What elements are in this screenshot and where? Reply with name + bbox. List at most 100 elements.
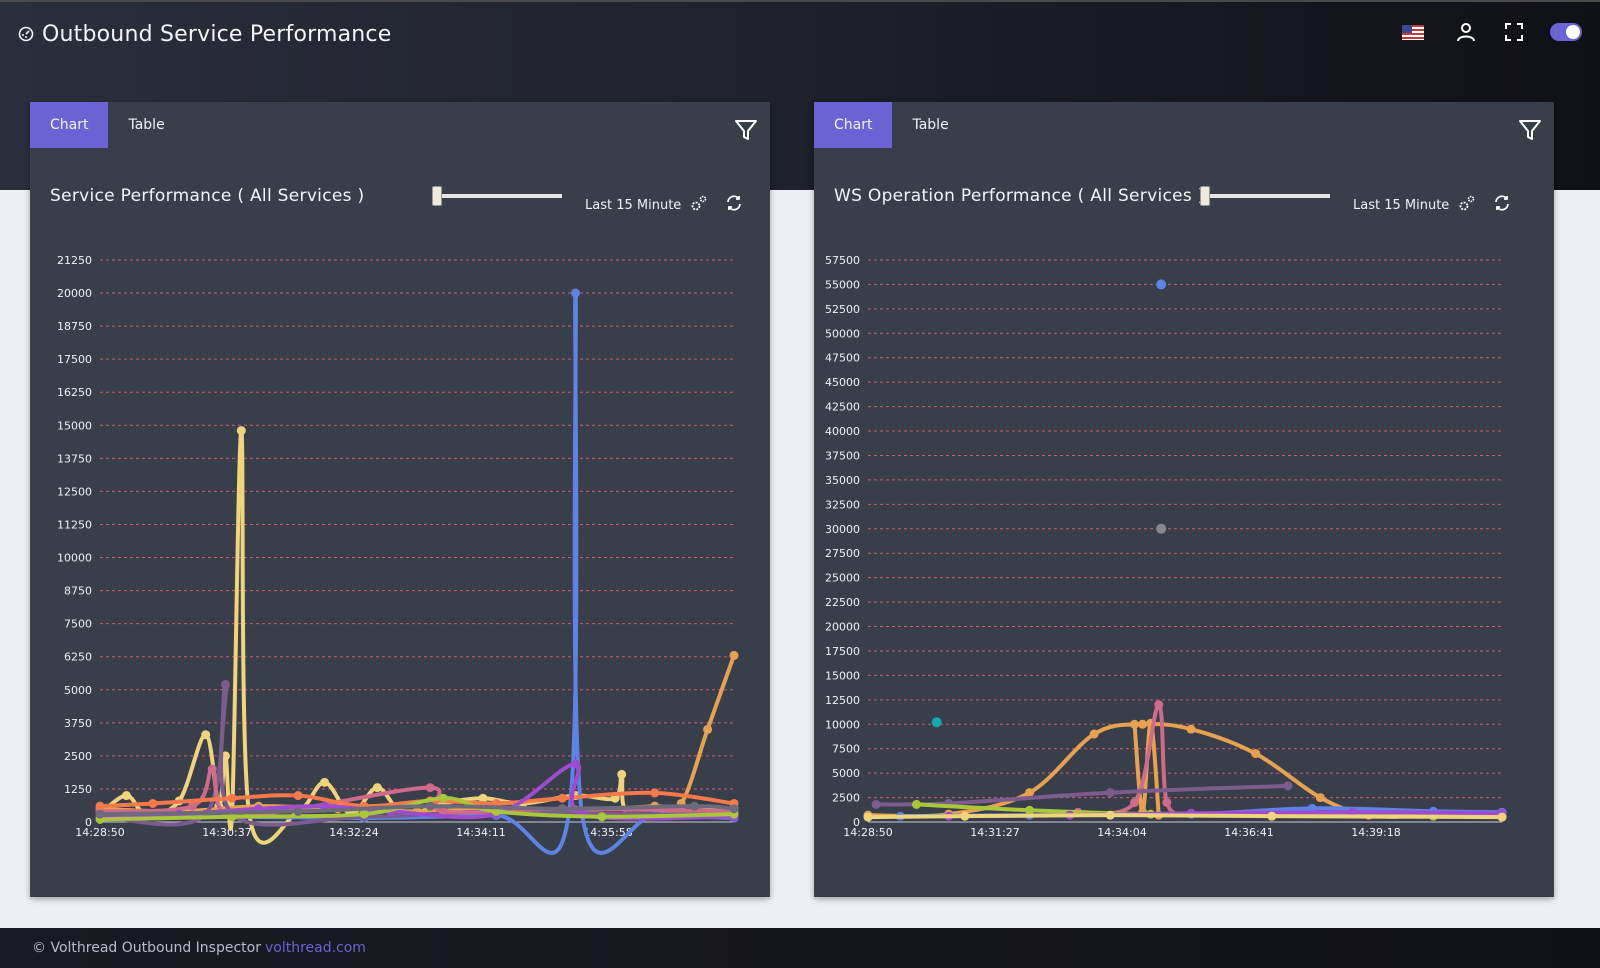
data-point[interactable] (1105, 788, 1115, 798)
data-point[interactable] (571, 759, 580, 769)
data-point[interactable] (121, 791, 131, 801)
x-tick-label: 14:34:11 (456, 826, 505, 839)
data-point-teal-outlier[interactable] (931, 717, 942, 728)
data-point[interactable] (1089, 729, 1099, 739)
data-point[interactable] (425, 783, 435, 793)
x-tick-label: 14:30:37 (202, 826, 251, 839)
user-icon[interactable] (1454, 20, 1478, 44)
data-point[interactable] (729, 804, 739, 814)
data-point[interactable] (1186, 724, 1196, 734)
data-point[interactable] (1138, 719, 1148, 729)
data-point[interactable] (1025, 805, 1035, 815)
page-title: Outbound Service Performance (42, 21, 392, 47)
data-point[interactable] (557, 793, 567, 803)
data-point[interactable] (1283, 781, 1293, 791)
refresh-icon[interactable] (1493, 194, 1511, 212)
tab-table[interactable]: Table (892, 102, 968, 148)
tab-chart[interactable]: Chart (30, 102, 109, 148)
tab-chart[interactable]: Chart (814, 102, 893, 148)
footer-copyright: © Volthread Outbound Inspector (32, 940, 261, 956)
data-point[interactable] (650, 788, 660, 798)
x-tick-label: 14:28:50 (843, 826, 892, 839)
data-point[interactable] (372, 783, 382, 793)
data-point[interactable] (871, 799, 881, 809)
fullscreen-icon[interactable] (1502, 20, 1526, 44)
data-point[interactable] (227, 793, 237, 803)
y-tick-label: 16250 (57, 386, 92, 399)
y-tick-label: 5000 (832, 767, 860, 780)
data-point[interactable] (95, 801, 105, 811)
data-point[interactable] (689, 801, 699, 811)
data-point[interactable] (1130, 719, 1140, 729)
data-point[interactable] (207, 764, 217, 774)
settings-gears-icon[interactable] (1458, 194, 1476, 212)
y-tick-label: 10000 (825, 718, 860, 731)
y-tick-label: 2500 (64, 750, 92, 763)
data-point[interactable] (95, 809, 105, 819)
x-tick-label: 14:34:04 (1097, 826, 1146, 839)
data-point[interactable] (293, 791, 303, 801)
data-point[interactable] (911, 799, 921, 809)
data-point[interactable] (729, 650, 739, 660)
dashboard-gauge-icon (18, 26, 34, 42)
slider-handle[interactable] (432, 186, 442, 206)
data-point[interactable] (597, 812, 607, 822)
data-point[interactable] (359, 809, 369, 819)
series-line-blue (98, 291, 736, 855)
x-tick-label: 14:31:27 (970, 826, 1019, 839)
y-tick-label: 3750 (64, 717, 92, 730)
data-point[interactable] (703, 724, 713, 734)
time-range-slider[interactable] (432, 186, 562, 206)
data-point[interactable] (201, 730, 211, 740)
data-point[interactable] (617, 769, 627, 779)
data-point-blue-outlier[interactable] (1156, 279, 1167, 290)
data-point[interactable] (1130, 797, 1140, 807)
y-tick-label: 21250 (57, 254, 92, 267)
data-point[interactable] (571, 288, 580, 298)
y-tick-label: 30000 (825, 523, 860, 536)
data-point[interactable] (220, 679, 230, 689)
service-performance-panel: Chart Table Service Performance ( All Se… (30, 102, 770, 897)
y-tick-label: 11250 (57, 518, 92, 531)
y-tick-label: 32500 (825, 498, 860, 511)
filter-icon[interactable] (1518, 118, 1542, 142)
y-tick-label: 10000 (57, 552, 92, 565)
y-tick-label: 7500 (64, 618, 92, 631)
data-point[interactable] (1497, 812, 1507, 822)
service-performance-chart: 0125025003750500062507500875010000112501… (57, 254, 739, 855)
data-point[interactable] (1162, 797, 1172, 807)
y-tick-label: 17500 (57, 353, 92, 366)
settings-gears-icon[interactable] (690, 194, 708, 212)
refresh-icon[interactable] (725, 194, 743, 212)
data-point[interactable] (1154, 700, 1164, 710)
header-actions (1402, 20, 1582, 44)
panel-tabs: Chart Table (30, 102, 770, 148)
data-point[interactable] (557, 804, 567, 814)
tab-table[interactable]: Table (108, 102, 184, 148)
y-tick-label: 8750 (64, 585, 92, 598)
data-point[interactable] (425, 801, 435, 811)
footer-link[interactable]: volthread.com (265, 940, 366, 956)
data-point[interactable] (1315, 793, 1325, 803)
data-point[interactable] (960, 811, 970, 821)
panel-tabs: Chart Table (814, 102, 1554, 148)
data-point[interactable] (320, 777, 330, 787)
y-tick-label: 20000 (825, 621, 860, 634)
data-point[interactable] (293, 806, 303, 816)
data-point[interactable] (438, 793, 448, 803)
data-point[interactable] (148, 798, 158, 808)
slider-handle[interactable] (1200, 186, 1210, 206)
us-flag-icon[interactable] (1402, 24, 1424, 40)
filter-icon[interactable] (734, 118, 758, 142)
y-tick-label: 27500 (825, 547, 860, 560)
data-point[interactable] (1105, 810, 1115, 820)
data-point[interactable] (236, 426, 246, 436)
y-tick-label: 2500 (832, 792, 860, 805)
data-point[interactable] (1251, 749, 1261, 759)
theme-toggle[interactable] (1550, 23, 1582, 41)
y-tick-label: 57500 (825, 254, 860, 267)
data-point[interactable] (1267, 811, 1277, 821)
data-point-gray-outlier[interactable] (1156, 523, 1167, 534)
time-range-slider[interactable] (1200, 186, 1330, 206)
data-point[interactable] (863, 812, 873, 822)
